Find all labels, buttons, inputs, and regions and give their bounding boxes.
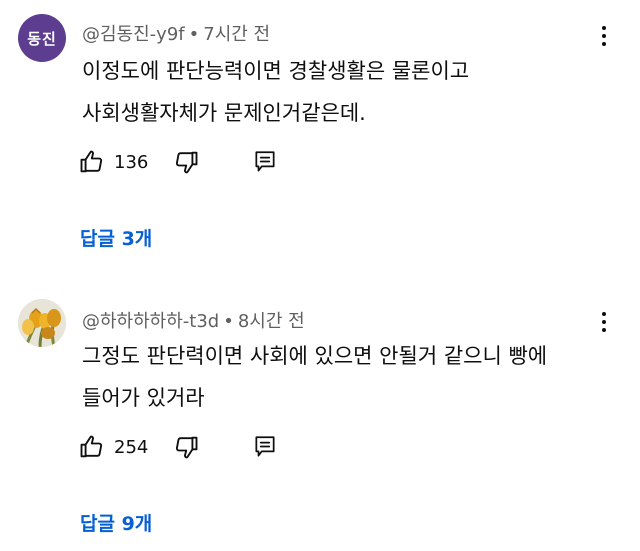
author-handle[interactable]: @하하하하하-t3d [82, 311, 219, 332]
thumbs-down-icon [176, 151, 198, 174]
like-button[interactable]: 254 [78, 433, 148, 461]
avatar[interactable] [18, 299, 66, 347]
thumbs-up-icon [80, 150, 103, 173]
comment-meta: @하하하하하-t3d • 8시간 전 [82, 307, 305, 333]
more-vert-icon[interactable] [598, 26, 610, 46]
reply-icon [255, 436, 275, 457]
comment-item: @하하하하하-t3d • 8시간 전 그정도 판단력이면 사회에 있으면 안될거 같… [0, 275, 640, 550]
meta-separator: • [188, 24, 200, 45]
dislike-button[interactable] [172, 148, 200, 176]
comment-time[interactable]: 8시간 전 [238, 311, 305, 332]
comment-time[interactable]: 7시간 전 [203, 24, 270, 45]
comment-actions: 254 [78, 431, 278, 463]
reply-button[interactable] [252, 149, 278, 175]
avatar[interactable]: 동진 [18, 14, 66, 62]
like-count: 254 [114, 436, 149, 458]
author-handle[interactable]: @김동진-y9f [82, 24, 185, 45]
meta-separator: • [223, 311, 234, 332]
reply-button[interactable] [252, 434, 278, 460]
replies-button[interactable]: 답글 9개 [80, 509, 152, 536]
thumbs-down-icon [176, 436, 198, 459]
more-vert-icon[interactable] [598, 312, 610, 332]
comment-text: 이정도에 판단능력이면 경찰생활은 물론이고 사회생활자체가 문제인거같은데. [82, 59, 470, 125]
thumbs-up-icon [80, 435, 103, 458]
comment-text: 그정도 판단력이면 사회에 있으면 안될거 같으니 빵에 들어가 있거라 [82, 344, 548, 410]
like-count: 136 [114, 151, 149, 173]
avatar-tulips-image [18, 299, 66, 347]
comment-item: 동진 @김동진-y9f • 7시간 전 이정도에 판단능력이면 경찰생활은 물론이고… [0, 0, 640, 275]
replies-button[interactable]: 답글 3개 [80, 224, 152, 251]
reply-icon [255, 151, 275, 172]
avatar-initials: 동진 [27, 29, 57, 48]
dislike-button[interactable] [172, 433, 200, 461]
like-button[interactable]: 136 [78, 148, 148, 176]
comment-actions: 136 [78, 146, 278, 178]
comment-meta: @김동진-y9f • 7시간 전 [82, 20, 270, 46]
